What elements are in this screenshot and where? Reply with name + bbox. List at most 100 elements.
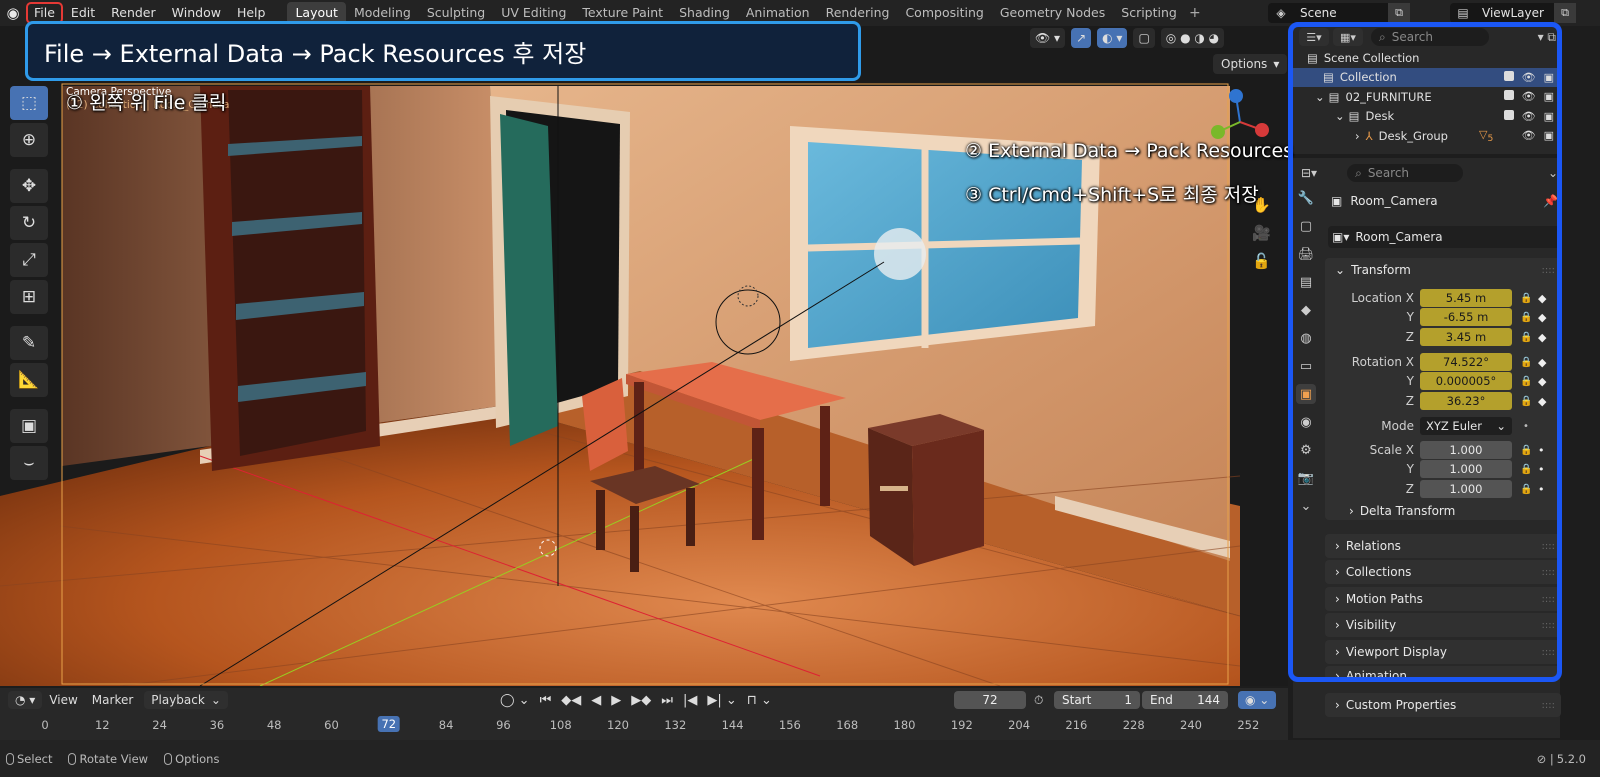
animation-header[interactable]: › Animation — [1325, 666, 1561, 680]
rotation-z-field[interactable]: 36.23° — [1420, 392, 1512, 410]
lock-icon[interactable]: 🔒 — [1520, 376, 1532, 387]
scale-z-field[interactable]: 1.000 — [1420, 480, 1512, 498]
editor-type-icon[interactable]: ☰▾ — [1299, 28, 1329, 46]
lock-icon[interactable]: 🔒 — [1520, 484, 1532, 495]
view-layer-name[interactable]: ViewLayer — [1476, 6, 1550, 20]
keyframe-icon[interactable]: ◆ — [1538, 356, 1546, 369]
physics-tab-icon[interactable]: ◉ — [1296, 412, 1316, 432]
filter-icon[interactable]: ▾ ⧉ — [1538, 30, 1556, 45]
outliner-row-scene-collection[interactable]: ▤ Scene Collection — [1293, 48, 1560, 68]
3d-viewport[interactable]: ⬚ ⊕ ✥ ↻ ⤢ ⊞ ✎ 📐 ▣ ⌣ Camera Perspective (… — [0, 26, 1288, 686]
location-z-field[interactable]: 3.45 m — [1420, 328, 1512, 346]
keyframe-icon[interactable]: ◆ — [1538, 331, 1546, 344]
custom-properties-panel[interactable]: › Custom Properties:::: — [1325, 693, 1561, 717]
outliner-row-furniture[interactable]: ⌄ ▤ 02_FURNITURE 👁 ▣ — [1293, 87, 1560, 107]
visibility-panel[interactable]: › Visibility:::: — [1325, 613, 1561, 637]
data-tab-icon[interactable]: 📷 — [1296, 468, 1316, 488]
viewport-display-panel[interactable]: › Viewport Display:::: — [1325, 640, 1561, 664]
timeline-marker-menu[interactable]: Marker — [85, 691, 140, 709]
lock-icon[interactable]: 🔒 — [1520, 293, 1532, 304]
shading-modes-icon[interactable]: ◎ ● ◑ ◕ — [1160, 28, 1225, 48]
keyframe-icon[interactable]: ◆ — [1538, 311, 1546, 324]
render-tab-icon[interactable]: ▢ — [1296, 216, 1316, 236]
timeline-ruler[interactable]: 0 12 24 36 48 60 72 84 96 108 120 132 144 156 168 180 19… — [0, 714, 1288, 738]
drag-grip-icon[interactable]: :::: — [1542, 620, 1555, 631]
lock-icon[interactable]: 🔒 — [1520, 396, 1532, 407]
lock-icon[interactable]: 🔒 — [1520, 332, 1532, 343]
scale-y-field[interactable]: 1.000 — [1420, 460, 1512, 478]
next-marker-icon[interactable]: ▶| ⌄ — [707, 693, 736, 708]
exclude-checkbox[interactable] — [1503, 109, 1514, 120]
lock-icon[interactable]: 🔒 — [1520, 445, 1532, 456]
collection-tab-icon[interactable]: ▭ — [1296, 356, 1316, 376]
output-tab-icon[interactable]: 🖨 — [1296, 244, 1316, 264]
blender-logo-icon[interactable]: ◉ — [0, 0, 26, 26]
display-mode-icon[interactable]: ▦▾ — [1333, 28, 1363, 46]
render-camera-icon[interactable]: ▣ — [1544, 71, 1554, 84]
next-keyframe-icon[interactable]: ▶◆ — [631, 693, 651, 708]
cursor-tool-icon[interactable]: ⊕ — [10, 123, 48, 157]
add-workspace-icon[interactable]: + — [1185, 5, 1205, 21]
timeline-view-menu[interactable]: View — [42, 691, 84, 709]
move-tool-icon[interactable]: ✥ — [10, 169, 48, 203]
transform-tool-icon[interactable]: ⊞ — [10, 280, 48, 314]
view-layer-tab-icon[interactable]: ▤ — [1296, 272, 1316, 292]
drag-grip-icon[interactable]: :::: — [1542, 700, 1555, 711]
visibility-icon[interactable]: 👁 ▾ — [1030, 28, 1066, 48]
new-view-layer-icon[interactable]: ⧉ — [1554, 3, 1576, 23]
object-name-value[interactable]: Room_Camera — [1355, 230, 1442, 244]
scale-x-field[interactable]: 1.000 — [1420, 441, 1512, 459]
motion-paths-panel[interactable]: › Motion Paths:::: — [1325, 587, 1561, 611]
scene-tab-icon[interactable]: ◆ — [1296, 300, 1316, 320]
chevron-down-icon[interactable]: ⌄ — [1296, 496, 1316, 516]
drag-grip-icon[interactable]: :::: — [1542, 265, 1555, 276]
lock-camera-icon[interactable]: 🔓 — [1252, 252, 1271, 270]
select-box-tool-icon[interactable]: ⬚ — [10, 86, 48, 120]
end-frame-field[interactable]: End 144 — [1142, 691, 1228, 709]
motion-paths-header[interactable]: › Motion Paths:::: — [1325, 587, 1561, 611]
add-cube-tool-icon[interactable]: ▣ — [10, 409, 48, 443]
jump-end-icon[interactable]: ⏭ — [661, 693, 673, 708]
timeline-playback-menu[interactable]: Playback ⌄ — [144, 691, 228, 709]
viewport-options-button[interactable]: Options ▾ — [1213, 54, 1288, 74]
delta-transform-header[interactable]: › Delta Transform — [1339, 502, 1455, 520]
play-icon[interactable]: ▶ — [611, 693, 621, 708]
transform-panel-header[interactable]: ⌄ Transform:::: — [1325, 258, 1561, 282]
new-scene-icon[interactable]: ⧉ — [1388, 3, 1410, 23]
chevron-down-icon[interactable]: ⌄ — [1335, 109, 1345, 123]
dot-icon[interactable]: • — [1538, 463, 1545, 476]
drag-grip-icon[interactable]: :::: — [1542, 567, 1555, 578]
rotation-mode-dropdown[interactable]: XYZ Euler ⌄ — [1420, 417, 1512, 435]
outliner-row-desk[interactable]: ⌄ ▤ Desk 👁 ▣ — [1293, 107, 1560, 127]
stopwatch-icon[interactable]: ⏱ — [1034, 693, 1043, 708]
editor-type-icon[interactable]: ⊟▾ — [1301, 166, 1317, 180]
relations-header[interactable]: › Relations:::: — [1325, 534, 1561, 558]
properties-search-input[interactable]: ⌕ Search — [1347, 164, 1464, 182]
scene-name[interactable]: Scene — [1294, 6, 1343, 20]
exclude-checkbox[interactable] — [1503, 70, 1514, 81]
measure-tool-icon[interactable]: 📐 — [10, 363, 48, 397]
eye-icon[interactable]: 👁 — [1522, 110, 1536, 123]
chevron-right-icon[interactable]: › — [1355, 129, 1360, 143]
editor-type-icon[interactable]: ◔ ▾ — [8, 691, 43, 709]
pin-icon[interactable]: 📌 — [1543, 194, 1558, 208]
sync-mode-icon[interactable]: ◉ ⌄ — [1238, 691, 1277, 709]
location-x-field[interactable]: 5.45 m — [1420, 289, 1512, 307]
collections-header[interactable]: › Collections:::: — [1325, 560, 1561, 584]
rotate-tool-icon[interactable]: ↻ — [10, 206, 48, 240]
xray-icon[interactable]: ▢ — [1133, 28, 1155, 48]
render-camera-icon[interactable]: ▣ — [1544, 110, 1554, 123]
dot-icon[interactable]: • — [1538, 483, 1545, 496]
snap-icon[interactable]: ⊓ ⌄ — [747, 693, 772, 708]
constraints-tab-icon[interactable]: ⚙ — [1296, 440, 1316, 460]
eye-icon[interactable]: 👁 — [1522, 90, 1536, 103]
outliner-row-desk-group[interactable]: › ⅄ Desk_Group ▽5 👁 ▣ — [1293, 126, 1560, 146]
render-camera-icon[interactable]: ▣ — [1544, 90, 1554, 103]
lock-icon[interactable]: 🔒 — [1520, 464, 1532, 475]
dot-icon[interactable]: • — [1538, 444, 1545, 457]
eye-icon[interactable]: 👁 — [1522, 129, 1536, 142]
world-tab-icon[interactable]: ◍ — [1296, 328, 1316, 348]
tab-compositing[interactable]: Compositing — [897, 2, 991, 24]
render-camera-icon[interactable]: ▣ — [1544, 129, 1554, 142]
viewport-display-header[interactable]: › Viewport Display:::: — [1325, 640, 1561, 664]
